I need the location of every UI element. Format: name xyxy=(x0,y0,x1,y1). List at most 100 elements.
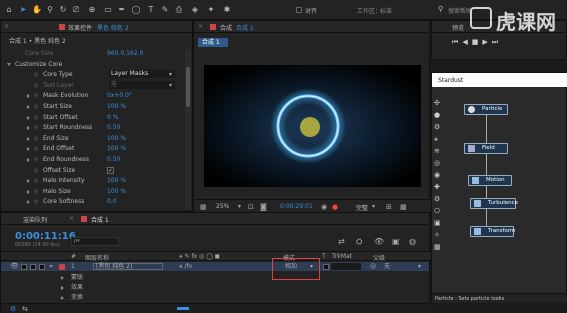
node-motion[interactable]: Motion xyxy=(468,175,512,186)
stopwatch-icon[interactable]: ◷ xyxy=(34,114,38,123)
home-icon[interactable]: ⌂ xyxy=(4,5,14,15)
lock-icon[interactable] xyxy=(210,24,216,30)
transfer-controls-icon[interactable]: ⇆ xyxy=(22,305,28,313)
emitter-icon[interactable]: ✣ xyxy=(434,99,440,107)
camera-snapshot-icon[interactable]: ◙ xyxy=(260,203,267,211)
tab-effect-controls[interactable]: 效果控件 xyxy=(68,23,92,32)
lock-toggle[interactable] xyxy=(39,264,45,270)
search-icon[interactable]: ⚲ xyxy=(438,5,443,13)
resolution-icon[interactable]: ⊡ xyxy=(248,203,254,211)
effect-property-row[interactable]: ◷ Halo Intensity 100 % xyxy=(1,176,184,185)
node-transform[interactable]: Transform xyxy=(470,226,515,237)
gear-icon[interactable]: ⚙ xyxy=(434,195,440,203)
rectangle-tool-icon[interactable]: ▭ xyxy=(103,5,113,15)
effect-property-row[interactable]: ◷ End Roundness 0.50 xyxy=(1,155,184,164)
visibility-eye-icon[interactable]: 👁 xyxy=(10,262,19,271)
layer-name[interactable]: [黑色 纯色 2] xyxy=(93,263,163,270)
tab-comp-1[interactable]: 合成 1 xyxy=(91,215,109,224)
effect-property-row[interactable]: Customize Core xyxy=(1,60,184,69)
effect-property-value[interactable]: 100 % xyxy=(107,144,126,153)
hide-shy-layers-icon[interactable]: 👁 xyxy=(374,237,384,246)
expand-icon[interactable] xyxy=(27,179,30,184)
stopwatch-icon[interactable]: ◷ xyxy=(34,124,38,133)
workspace-value[interactable]: 标准 xyxy=(380,6,392,15)
audio-toggle[interactable] xyxy=(21,264,27,270)
close-icon[interactable]: × xyxy=(4,23,9,30)
snap-checkbox[interactable] xyxy=(296,7,302,13)
first-frame-icon[interactable]: ⏮ xyxy=(452,38,462,46)
effect-property-value[interactable]: 0 % xyxy=(107,113,118,122)
effect-property-row[interactable]: ◷ Start Size 100 % xyxy=(1,102,184,111)
always-preview-icon[interactable]: ▦ xyxy=(200,203,207,211)
play-icon[interactable]: ■ xyxy=(472,38,483,46)
roto-brush-tool-icon[interactable]: ✦ xyxy=(206,5,216,15)
expand-icon[interactable] xyxy=(27,189,30,194)
effect-property-row[interactable]: ◷ Halo Size 100 % xyxy=(1,187,184,196)
parent-pickwhip-icon[interactable]: ◎ xyxy=(370,262,376,271)
stopwatch-icon[interactable]: ◷ xyxy=(34,135,38,144)
pan-behind-tool-icon[interactable]: ⊕ xyxy=(87,5,97,15)
puppet-tool-icon[interactable]: ✱ xyxy=(222,5,232,15)
next-frame-icon[interactable]: ▶ xyxy=(482,38,491,46)
expand-icon[interactable] xyxy=(61,296,64,300)
eraser-tool-icon[interactable]: ◈ xyxy=(190,5,200,15)
transform-icon[interactable]: ✚ xyxy=(434,183,440,191)
expand-icon[interactable] xyxy=(27,105,30,109)
effect-property-value[interactable]: 100 % xyxy=(107,176,126,185)
effect-property-row[interactable]: ◷ Mask Evolution 0x+0.0° xyxy=(1,91,184,100)
clone-stamp-tool-icon[interactable]: ⎙ xyxy=(174,5,184,15)
tab-effect-controls-layer[interactable]: 黑色 纯色 2 xyxy=(97,23,129,32)
resolution-select[interactable]: 完整 xyxy=(356,203,368,212)
stopwatch-icon[interactable]: ◷ xyxy=(34,82,38,91)
close-icon[interactable]: × xyxy=(198,23,203,30)
tab-preview[interactable]: 预览 xyxy=(452,23,464,32)
effect-property-row[interactable]: ◷ Offset Size ✓ xyxy=(1,166,184,175)
composition-viewer[interactable] xyxy=(204,65,421,187)
effect-property-row[interactable]: ◷ Core Softness 0.0 xyxy=(1,197,184,206)
layer-row[interactable]: 👁 1 [黑色 纯色 2] ⚹ /fx 相加 ▾ ◎ 无 ▾ xyxy=(1,262,429,271)
layer-sub-row[interactable]: 变换 xyxy=(1,293,429,302)
region-of-interest-icon[interactable]: ⊞ xyxy=(386,203,392,211)
timeline-current-time[interactable]: 0:00:11:16 xyxy=(15,231,76,242)
turbulence-icon[interactable]: ≋ xyxy=(434,147,440,155)
zoom-tool-icon[interactable]: ⚲ xyxy=(45,5,55,15)
stopwatch-icon[interactable]: ◷ xyxy=(34,145,38,154)
ellipse-tool-icon[interactable]: ◯ xyxy=(131,5,141,15)
node-turbulence[interactable]: Turbulence xyxy=(470,198,518,209)
model-icon[interactable]: ▣ xyxy=(434,219,441,227)
stopwatch-icon[interactable]: ◷ xyxy=(34,103,38,112)
layer-parent-select[interactable]: 无 xyxy=(384,262,390,271)
layer-switches[interactable]: ⚹ /fx xyxy=(179,262,192,271)
stopwatch-icon[interactable]: ◷ xyxy=(34,71,38,80)
tab-composition[interactable]: 合成 xyxy=(220,23,232,32)
brush-tool-icon[interactable]: ✎ xyxy=(160,5,170,15)
chevron-down-icon[interactable]: ▾ xyxy=(418,262,421,271)
expand-icon[interactable] xyxy=(61,276,64,280)
last-frame-icon[interactable]: ⏭ xyxy=(492,38,502,46)
stopwatch-icon[interactable]: ◷ xyxy=(34,198,38,207)
transparency-grid-icon[interactable]: ▩ xyxy=(400,203,407,211)
solo-toggle[interactable] xyxy=(30,264,36,270)
stopwatch-icon[interactable]: ◷ xyxy=(34,92,38,101)
composition-mini-flowchart-icon[interactable]: ⇄ xyxy=(338,237,345,246)
chevron-down-icon[interactable]: ▾ xyxy=(169,81,172,90)
expand-icon[interactable] xyxy=(27,115,30,120)
layer-sub-row[interactable]: 效果 xyxy=(1,283,429,292)
motion-blur-icon[interactable]: ◍ xyxy=(409,237,416,246)
timeline-search-input[interactable]: ρ▾ xyxy=(71,237,119,246)
expand-icon[interactable] xyxy=(27,158,30,162)
frame-blending-icon[interactable]: ▣ xyxy=(392,237,400,246)
effect-property-row[interactable]: Core Size 960.0,162.0 xyxy=(1,49,184,58)
trkmat-select[interactable] xyxy=(331,263,361,270)
effect-property-row[interactable]: ◷ Start Roundness 0.50 xyxy=(1,123,184,132)
effect-controls-scrollbar[interactable] xyxy=(185,49,191,209)
preserve-transparency-toggle[interactable] xyxy=(323,264,329,270)
target-icon[interactable]: ◎ xyxy=(434,159,440,167)
stopwatch-icon[interactable]: ◷ xyxy=(34,167,38,176)
field-icon[interactable]: ⚙ xyxy=(434,123,440,131)
tab-composition-name[interactable]: 合成 1 xyxy=(236,23,254,32)
pen-tool-icon[interactable]: ✒ xyxy=(117,5,127,15)
lock-icon[interactable] xyxy=(59,24,65,30)
effect-property-row[interactable]: ◷ End Offset 100 % xyxy=(1,144,184,153)
expand-icon[interactable] xyxy=(27,136,30,141)
